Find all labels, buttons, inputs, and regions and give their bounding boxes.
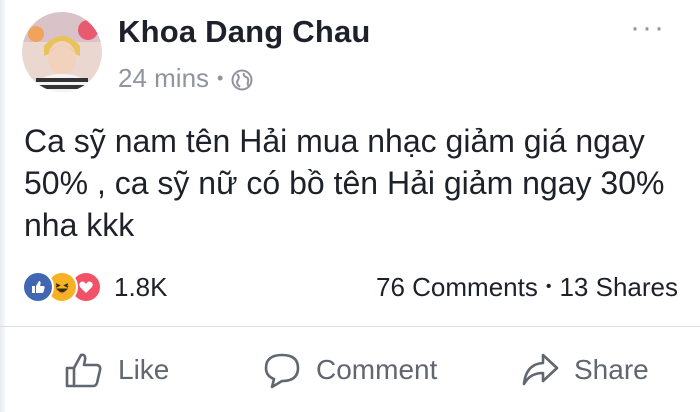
- comments-count[interactable]: 76 Comments: [376, 272, 538, 303]
- action-bar: Like Comment Share: [0, 327, 700, 412]
- thumbs-up-icon: [65, 353, 102, 387]
- like-reaction-icon: [22, 271, 54, 303]
- share-label: Share: [574, 353, 649, 385]
- stats-separator: •: [545, 278, 552, 295]
- post-time[interactable]: 24 mins: [118, 63, 209, 94]
- comment-icon: [264, 353, 300, 388]
- reaction-count: 1.8K: [114, 271, 168, 302]
- share-button[interactable]: Share: [520, 351, 649, 389]
- like-label: Like: [118, 353, 170, 385]
- more-options-icon[interactable]: ···: [630, 13, 666, 43]
- like-button[interactable]: Like: [64, 351, 169, 389]
- avatar[interactable]: [22, 12, 102, 92]
- meta-separator: •: [217, 67, 224, 88]
- post-stats: 76 Comments • 13 Shares: [376, 270, 678, 304]
- shares-count[interactable]: 13 Shares: [559, 272, 678, 303]
- post-meta: 24 mins •: [118, 63, 253, 93]
- reactions-summary[interactable]: 1.8K: [22, 270, 168, 304]
- comment-button[interactable]: Comment: [262, 351, 437, 389]
- globe-icon[interactable]: [231, 67, 253, 91]
- share-arrow-icon: [522, 353, 559, 385]
- post-text: Ca sỹ nam tên Hải mua nhạc giảm giá ngay…: [24, 123, 665, 243]
- comment-label: Comment: [316, 353, 438, 385]
- avatar-image: [22, 12, 102, 92]
- author-name[interactable]: Khoa Dang Chau: [118, 14, 371, 50]
